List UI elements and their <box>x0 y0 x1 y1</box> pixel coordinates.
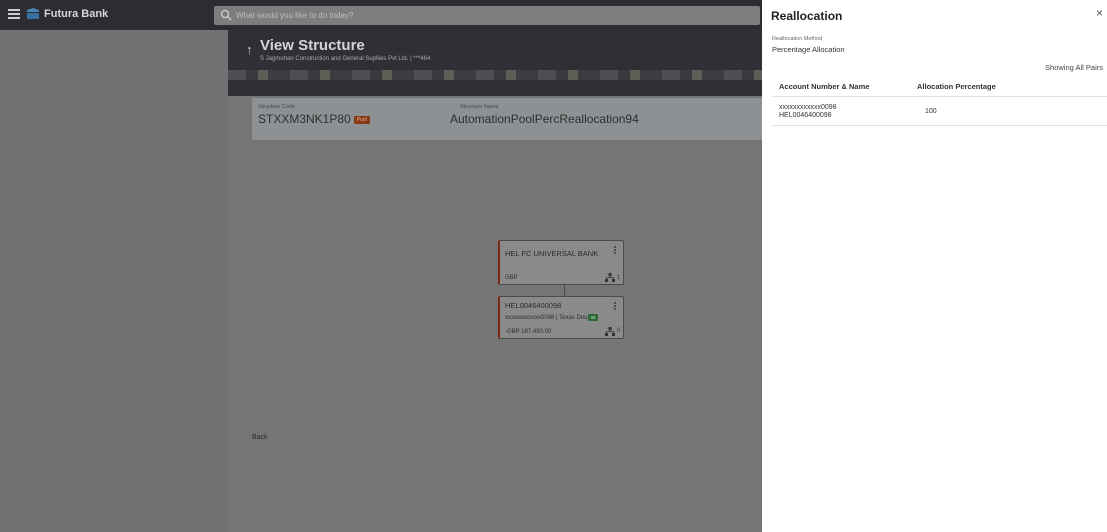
root-node-title: HEL FC UNIVERSAL BANK <box>505 249 599 258</box>
structure-code-value: STXXM3NK1P80 Pool <box>258 112 370 126</box>
structure-name-value: AutomationPoolPercReallocation94 <box>450 112 639 126</box>
brand-name[interactable]: Futura Bank <box>44 8 108 20</box>
child-node-account: xxxxxxxxxxxx0098 | Texas Dou Int <box>505 314 598 321</box>
hamburger-menu-icon[interactable] <box>8 9 20 19</box>
page-title-band: ↑ View Structure S Jagmohan Construction… <box>228 30 762 96</box>
row-allocation-percentage: 100 <box>925 108 937 115</box>
structure-info-card: Structure Code STXXM3NK1P80 Pool Structur… <box>252 98 762 140</box>
back-arrow-icon[interactable]: ↑ <box>246 42 253 57</box>
bank-logo-icon[interactable] <box>26 7 40 21</box>
root-node-currency: GBP <box>505 275 518 281</box>
child-node-child-count: 0 <box>617 328 621 334</box>
page-title: View Structure <box>260 37 365 54</box>
row-account-number: xxxxxxxxxxxx0098 <box>779 104 837 111</box>
close-icon[interactable]: × <box>1096 6 1103 20</box>
reallocation-method-value: Percentage Allocation <box>772 45 845 54</box>
column-header-allocation: Allocation Percentage <box>917 82 996 91</box>
table-divider <box>772 96 1107 97</box>
search-input[interactable] <box>234 6 734 25</box>
table-divider <box>772 125 1107 126</box>
page-subtitle: S Jagmohan Construction and General Supl… <box>260 56 431 62</box>
tree-node-child[interactable]: HEL0046400098 xxxxxxxxxxxx0098 | Texas D… <box>498 296 624 339</box>
internal-badge: Int <box>588 314 598 321</box>
reallocation-panel: Reallocation × Reallocation Method Perce… <box>762 0 1107 532</box>
back-button[interactable]: Back <box>252 434 268 441</box>
left-sidebar-area <box>0 30 228 532</box>
child-node-balance: -GBP 187,490.00 <box>505 329 552 335</box>
hierarchy-icon <box>605 273 615 282</box>
structure-code-label: Structure Code <box>258 104 295 110</box>
structure-name-label: Structure Name <box>460 104 499 110</box>
search-icon <box>220 9 232 21</box>
pool-badge: Pool <box>353 115 370 124</box>
main-content: ↑ View Structure S Jagmohan Construction… <box>228 30 762 532</box>
child-node-account-text: xxxxxxxxxxxx0098 | Texas Dou <box>505 315 588 322</box>
column-header-account: Account Number & Name <box>779 82 870 91</box>
search-bar[interactable] <box>214 6 760 25</box>
root-node-child-count: 1 <box>617 275 621 281</box>
hierarchy-icon <box>605 327 615 336</box>
panel-title: Reallocation <box>771 9 843 23</box>
tree-node-root[interactable]: HEL FC UNIVERSAL BANK GBP 1 <box>498 240 624 285</box>
tree-connector <box>564 285 565 296</box>
structure-code-text: STXXM3NK1P80 <box>258 112 351 126</box>
decorative-banner-strip <box>228 70 762 80</box>
kebab-menu-icon[interactable] <box>611 245 619 257</box>
child-node-title: HEL0046400098 <box>505 301 562 310</box>
showing-all-pairs-text: Showing All Pairs <box>1045 63 1103 72</box>
kebab-menu-icon[interactable] <box>611 301 619 313</box>
row-account-name: HEL0046400098 <box>779 112 832 119</box>
reallocation-method-label: Reallocation Method <box>772 36 823 42</box>
